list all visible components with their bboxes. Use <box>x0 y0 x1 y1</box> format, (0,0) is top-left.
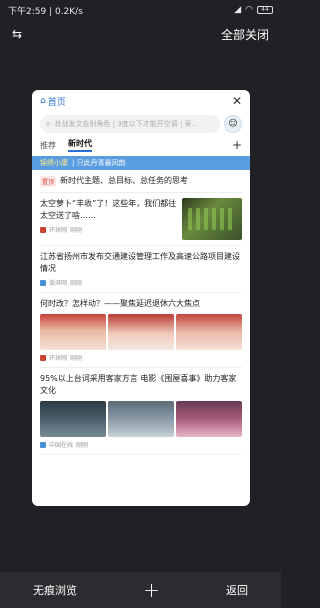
item-image <box>108 401 174 437</box>
tab-switcher-topbar: ⇆ 全部关闭 <box>0 22 281 46</box>
avatar[interactable]: ☺ <box>224 115 242 133</box>
incognito-button[interactable]: 无痕浏览 <box>33 582 77 598</box>
channel-tabs: 推荐 新时代 + <box>32 136 250 154</box>
item-time: 刚刚 <box>70 280 83 287</box>
item-title: 新时代主题、总目标、总任务的思考 <box>60 176 189 185</box>
item-images <box>40 401 242 437</box>
list-item[interactable]: 95%以上台词采用客家方言 电影《围屋喜事》助力客家文化 中国在线 刚刚 <box>40 368 242 455</box>
list-item[interactable]: 太空萝卜“丰收”了！这些年，我们都往太空送了啥…… 环球网 刚刚 <box>40 193 242 246</box>
item-time: 刚刚 <box>76 442 89 449</box>
status-bar: 下午2:59 | 0.2K/s ◢ ◠ 44 <box>0 0 281 20</box>
tab-card[interactable]: ⌂ 首页 ✕ ⌕ 肖战发文告别角色 | 3度以下才能开空调 | 吴... ☺ 推… <box>32 90 250 506</box>
search-input[interactable]: ⌕ 肖战发文告别角色 | 3度以下才能开空调 | 吴... <box>40 115 220 133</box>
item-thumbnail <box>182 198 242 240</box>
item-image <box>40 401 106 437</box>
item-image <box>176 314 242 350</box>
add-channel-icon[interactable]: + <box>232 138 242 152</box>
source-icon <box>40 279 46 286</box>
banner-name: 锦绣小康 <box>40 159 68 167</box>
item-meta: 环球网 刚刚 <box>40 353 242 362</box>
item-image <box>176 401 242 437</box>
item-title: 95%以上台词采用客家方言 电影《围屋喜事》助力客家文化 <box>40 374 237 395</box>
item-source: 澎湃网 <box>49 280 68 287</box>
close-all-button[interactable]: 全部关闭 <box>221 26 269 43</box>
tab-new-era[interactable]: 新时代 <box>68 138 92 152</box>
pinned-badge: 置顶 <box>40 175 57 187</box>
topic-banner[interactable]: 锦绣小康 | 只此丹青最风韵 <box>32 156 250 170</box>
card-title-label: 首页 <box>47 97 66 108</box>
news-feed: 置顶 新时代主题、总目标、总任务的思考 太空萝卜“丰收”了！这些年，我们都往太空… <box>32 170 250 455</box>
source-icon <box>40 441 46 448</box>
status-time: 下午2:59 | 0.2K/s <box>8 6 83 17</box>
item-meta: 中国在线 刚刚 <box>40 440 242 449</box>
item-meta: 澎湃网 刚刚 <box>40 278 242 287</box>
home-icon: ⌂ <box>40 96 46 106</box>
item-title: 何时改？怎样动？——聚焦延迟退休六大焦点 <box>40 299 200 308</box>
item-time: 刚刚 <box>70 227 83 234</box>
item-title: 太空萝卜“丰收”了！这些年，我们都往太空送了啥…… <box>40 199 177 220</box>
card-title: ⌂ 首页 <box>40 95 66 108</box>
item-time: 刚刚 <box>70 355 83 362</box>
bottom-toolbar: 无痕浏览 + 返回 <box>0 572 281 608</box>
item-meta: 环球网 刚刚 <box>40 225 178 234</box>
new-tab-button[interactable]: + <box>143 580 160 600</box>
banner-text: | 只此丹青最风韵 <box>72 159 126 167</box>
item-image <box>108 314 174 350</box>
search-icon: ⌕ <box>46 119 51 128</box>
wifi-icon: ◠ <box>245 5 253 15</box>
item-images <box>40 314 242 350</box>
item-image <box>40 314 106 350</box>
source-icon <box>40 226 46 233</box>
source-icon <box>40 354 46 361</box>
battery-icon: 44 <box>257 6 273 14</box>
swap-icon[interactable]: ⇆ <box>12 27 22 41</box>
status-icons: ◢ ◠ 44 <box>234 5 273 15</box>
item-title: 江苏省扬州市发布交通建设管理工作及高速公路项目建设情况 <box>40 252 240 273</box>
card-header: ⌂ 首页 ✕ <box>32 90 250 112</box>
search-row: ⌕ 肖战发文告别角色 | 3度以下才能开空调 | 吴... ☺ <box>32 112 250 136</box>
close-tab-icon[interactable]: ✕ <box>232 94 242 108</box>
list-item[interactable]: 何时改？怎样动？——聚焦延迟退休六大焦点 环球网 刚刚 <box>40 293 242 368</box>
item-source: 环球网 <box>49 355 68 362</box>
item-source: 环球网 <box>49 227 68 234</box>
signal-icon: ◢ <box>234 5 242 15</box>
search-placeholder: 肖战发文告别角色 | 3度以下才能开空调 | 吴... <box>54 120 199 128</box>
back-button[interactable]: 返回 <box>226 582 248 598</box>
tab-recommend[interactable]: 推荐 <box>40 140 56 151</box>
list-item[interactable]: 江苏省扬州市发布交通建设管理工作及高速公路项目建设情况 澎湃网 刚刚 <box>40 246 242 293</box>
item-source: 中国在线 <box>49 442 74 449</box>
list-item[interactable]: 置顶 新时代主题、总目标、总任务的思考 <box>40 170 242 193</box>
